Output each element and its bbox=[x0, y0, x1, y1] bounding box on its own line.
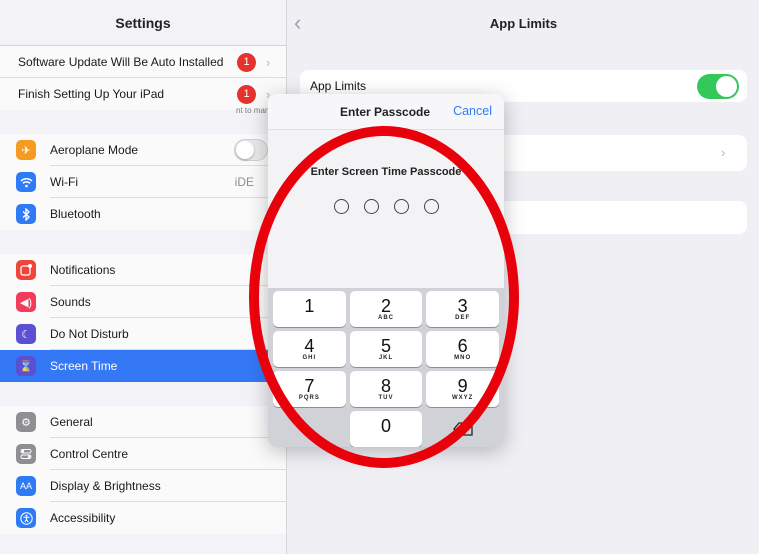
nav-bar: ‹ App Limits bbox=[288, 0, 759, 46]
control-centre-icon bbox=[16, 444, 36, 464]
speaker-icon: ◀) bbox=[16, 292, 36, 312]
passcode-sheet: Enter Passcode Cancel Enter Screen Time … bbox=[268, 94, 504, 447]
sidebar-item-accessibility[interactable]: Accessibility bbox=[0, 502, 286, 534]
sidebar-item-label: Accessibility bbox=[50, 511, 116, 525]
sidebar-item-display-brightness[interactable]: AA Display & Brightness bbox=[0, 470, 286, 502]
sheet-title: Enter Passcode bbox=[340, 105, 431, 119]
accessibility-icon bbox=[16, 508, 36, 528]
key-letters: ABC bbox=[377, 314, 394, 321]
key-digit: 6 bbox=[457, 335, 468, 356]
key-1[interactable]: 1 bbox=[273, 291, 346, 327]
key-digit: 4 bbox=[304, 335, 315, 356]
notifications-icon bbox=[16, 260, 36, 280]
hourglass-icon: ⌛ bbox=[16, 356, 36, 376]
passcode-dot bbox=[423, 199, 439, 214]
key-digit: 3 bbox=[457, 295, 468, 316]
section-gap bbox=[0, 230, 286, 254]
key-digit: 9 bbox=[457, 375, 468, 396]
key-digit: 2 bbox=[380, 295, 391, 316]
aeroplane-mode-toggle[interactable] bbox=[234, 139, 268, 161]
sidebar-item-label: General bbox=[50, 415, 93, 429]
key-letters: DEF bbox=[455, 314, 471, 321]
key-6[interactable]: 6 MNO bbox=[426, 331, 499, 367]
delete-backspace-icon bbox=[452, 422, 473, 436]
cancel-button[interactable]: Cancel bbox=[453, 104, 492, 118]
sidebar-item-label: Control Centre bbox=[50, 447, 129, 461]
key-digit: 1 bbox=[304, 295, 315, 316]
key-9[interactable]: 9 WXYZ bbox=[426, 371, 499, 407]
sidebar-item-label: Finish Setting Up Your iPad bbox=[18, 87, 165, 101]
sidebar-item-label: Software Update Will Be Auto Installed bbox=[18, 55, 224, 69]
sidebar-item-aeroplane-mode[interactable]: ✈ Aeroplane Mode bbox=[0, 134, 286, 166]
passcode-prompt: Enter Screen Time Passcode bbox=[310, 166, 462, 178]
sheet-header: Enter Passcode Cancel bbox=[268, 94, 504, 130]
chevron-right-icon: › bbox=[721, 145, 726, 160]
passcode-dots bbox=[268, 199, 504, 214]
sidebar-item-notifications[interactable]: Notifications bbox=[0, 254, 286, 286]
alerts-group: Software Update Will Be Auto Installed 1… bbox=[0, 46, 286, 110]
key-2[interactable]: 2 ABC bbox=[349, 291, 423, 327]
key-letters: JKL bbox=[378, 354, 394, 361]
key-4[interactable]: 4 GHI bbox=[273, 331, 346, 367]
wifi-network-name: iDE bbox=[234, 175, 254, 189]
bluetooth-icon bbox=[16, 204, 36, 224]
general-group: ⚙ General Control Centre AA Display & Br… bbox=[0, 406, 286, 534]
key-digit: 8 bbox=[380, 375, 391, 396]
key-3[interactable]: 3 DEF bbox=[426, 291, 499, 327]
section-gap bbox=[0, 382, 286, 406]
notifications-group: Notifications ◀) Sounds ☾ Do Not Disturb… bbox=[0, 254, 286, 382]
key-0[interactable]: 0 bbox=[349, 411, 423, 447]
sidebar-item-screen-time[interactable]: ⌛ Screen Time bbox=[0, 350, 286, 382]
key-letters: MNO bbox=[454, 354, 472, 361]
airplane-icon: ✈ bbox=[16, 140, 36, 160]
key-5[interactable]: 5 JKL bbox=[349, 331, 423, 367]
sidebar-item-label: Bluetooth bbox=[50, 207, 101, 221]
gear-icon: ⚙ bbox=[16, 412, 36, 432]
notification-badge: 1 bbox=[237, 84, 256, 104]
sidebar-item-label: Wi-Fi bbox=[50, 175, 78, 189]
sidebar-item-software-update[interactable]: Software Update Will Be Auto Installed 1… bbox=[0, 46, 286, 78]
sidebar-item-label: Aeroplane Mode bbox=[50, 143, 139, 157]
key-blank bbox=[273, 411, 346, 447]
key-letters: GHI bbox=[302, 354, 317, 361]
key-digit: 7 bbox=[304, 375, 315, 396]
passcode-dot bbox=[333, 199, 349, 214]
passcode-dot bbox=[363, 199, 379, 214]
sidebar-item-wifi[interactable]: Wi-Fi iDE bbox=[0, 166, 286, 198]
sidebar-item-general[interactable]: ⚙ General bbox=[0, 406, 286, 438]
key-digit: 5 bbox=[380, 335, 391, 356]
key-7[interactable]: 7 PQRS bbox=[273, 371, 346, 407]
network-group: ✈ Aeroplane Mode Wi-Fi iDE Bluetooth bbox=[0, 134, 286, 230]
page-title: App Limits bbox=[489, 15, 558, 31]
key-letters: WXYZ bbox=[451, 394, 474, 401]
chevron-right-icon: › bbox=[266, 54, 271, 70]
back-chevron-icon[interactable]: ‹ bbox=[294, 10, 301, 36]
sidebar-item-label: Display & Brightness bbox=[50, 479, 161, 493]
aa-icon: AA bbox=[16, 476, 36, 496]
key-letters: TUV bbox=[378, 394, 394, 401]
key-8[interactable]: 8 TUV bbox=[349, 371, 423, 407]
sidebar-item-control-centre[interactable]: Control Centre bbox=[0, 438, 286, 470]
moon-icon: ☾ bbox=[16, 324, 36, 344]
wifi-icon bbox=[16, 172, 36, 192]
sidebar-item-sounds[interactable]: ◀) Sounds bbox=[0, 286, 286, 318]
sidebar-item-bluetooth[interactable]: Bluetooth bbox=[0, 198, 286, 230]
delete-key[interactable] bbox=[426, 411, 499, 447]
numeric-keypad: 1 2 ABC 3 DEF 4 GHI 5 JKL 6 MNO 7 PQRS 8 TUV 9W… bbox=[268, 288, 504, 447]
sidebar-item-do-not-disturb[interactable]: ☾ Do Not Disturb bbox=[0, 318, 286, 350]
sidebar-item-label: Sounds bbox=[50, 295, 91, 309]
sidebar-item-label: Screen Time bbox=[50, 359, 118, 373]
key-letters: PQRS bbox=[298, 394, 320, 401]
passcode-dot bbox=[393, 199, 409, 214]
sidebar-title: Settings bbox=[0, 0, 286, 46]
sidebar-item-label: Do Not Disturb bbox=[50, 327, 129, 341]
sidebar-item-label: Notifications bbox=[50, 263, 116, 277]
app-limits-toggle[interactable] bbox=[697, 74, 739, 99]
app-limits-label: App Limits bbox=[310, 79, 367, 93]
key-digit: 0 bbox=[380, 415, 391, 436]
settings-sidebar: Settings Software Update Will Be Auto In… bbox=[0, 0, 287, 554]
notification-badge: 1 bbox=[237, 52, 256, 72]
